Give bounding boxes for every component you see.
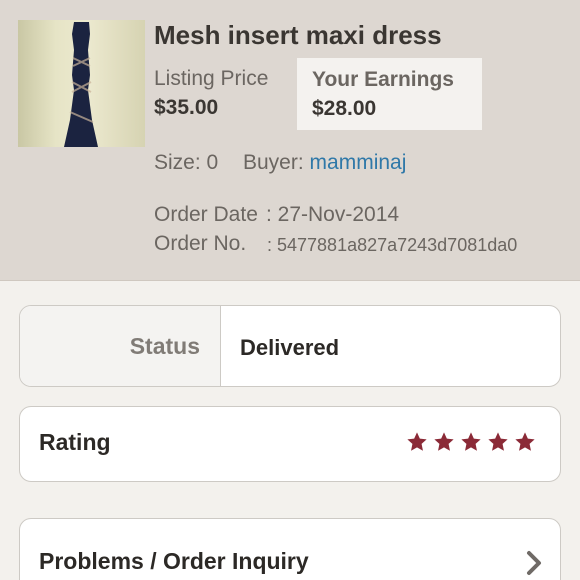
buyer-label: Buyer: [243, 151, 304, 174]
star-icon [434, 432, 454, 451]
status-value: Delivered [240, 335, 340, 360]
dress-image [64, 22, 98, 147]
earnings-value: $28.00 [312, 97, 377, 120]
size-label: Size: [154, 151, 201, 174]
order-summary-header: Mesh insert maxi dress Listing Price $35… [0, 0, 580, 281]
star-icon [461, 432, 481, 451]
item-title: Mesh insert maxi dress [154, 20, 442, 50]
order-date-value: : 27-Nov-2014 [266, 203, 400, 226]
order-date-label: Order Date [154, 203, 258, 226]
size-value: 0 [206, 151, 219, 174]
earnings-box: Your Earnings $28.00 [297, 58, 482, 130]
rating-card: Rating [19, 406, 561, 482]
problems-order-inquiry-row[interactable]: Problems / Order Inquiry [19, 518, 561, 580]
listing-price-value: $35.00 [154, 96, 219, 119]
star-icon [515, 432, 535, 451]
status-label-cell: Status [20, 306, 221, 386]
rating-stars [406, 431, 536, 453]
rating-label: Rating [39, 429, 111, 455]
chevron-right-icon [527, 551, 541, 575]
star-icon [407, 432, 427, 451]
buyer-row: Buyer: mamminaj [243, 151, 406, 175]
earnings-label: Your Earnings [312, 68, 454, 91]
order-no-label: Order No. [154, 232, 247, 255]
size-row: Size: 0 [154, 151, 218, 175]
listing-price-label: Listing Price [154, 67, 269, 90]
star-icon [488, 432, 508, 451]
status-label: Status [129, 333, 200, 359]
problems-label: Problems / Order Inquiry [39, 548, 309, 574]
buyer-link[interactable]: mamminaj [310, 151, 407, 174]
product-thumbnail[interactable] [18, 20, 145, 147]
status-card: Status Delivered [19, 305, 561, 387]
order-no-value: : 5477881a827a7243d7081da0 [267, 235, 518, 255]
